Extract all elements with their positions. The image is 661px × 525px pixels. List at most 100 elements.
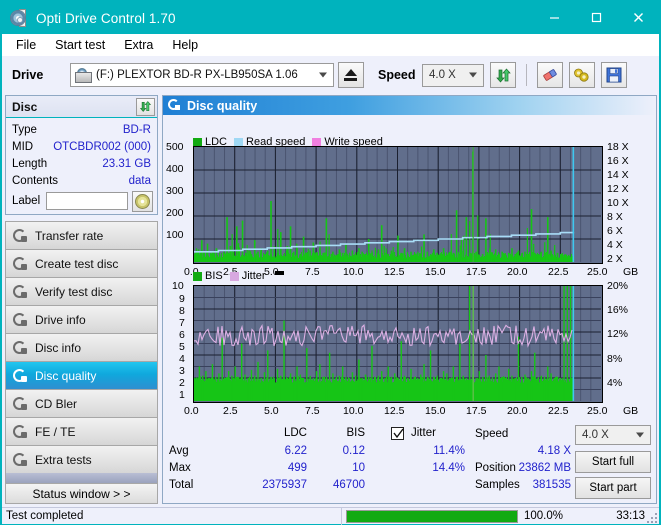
bot-x-tick-2: 5.0 (264, 405, 279, 417)
disc-value-length: 23.31 GB (102, 157, 151, 170)
bot-yr-tick-16: 16% (607, 304, 629, 316)
disc-label-input[interactable] (46, 192, 129, 210)
top-x-tick-10: 25.0 (587, 266, 608, 278)
stats-ldc-avg: 6.22 (284, 445, 307, 457)
menu-start-test[interactable]: Start test (47, 37, 113, 53)
disc-info-title: Disc (12, 99, 38, 114)
sidebar-item-label: Transfer rate (35, 228, 104, 243)
bot-x-tick-1: 2.5 (223, 405, 238, 417)
disc-value-mid: OTCBDR002 (000) (53, 140, 151, 153)
chevron-down-icon (469, 72, 477, 78)
bottom-plot-area (193, 285, 603, 403)
toolbar-separator (526, 64, 527, 86)
erase-button[interactable] (537, 62, 563, 88)
jitter-checkbox[interactable] (391, 427, 404, 440)
test-speed-select[interactable]: 4.0 X (575, 425, 651, 445)
eject-button[interactable] (338, 62, 364, 88)
disc-value-type: BD-R (122, 123, 151, 136)
legend-swatch-bis (193, 271, 202, 281)
disc-test-icon (12, 368, 28, 384)
refresh-button[interactable] (490, 62, 516, 88)
sidebar-item-label: Disc quality (35, 368, 97, 383)
sidebar-item-label: Drive info (35, 312, 86, 327)
start-full-button[interactable]: Start full (575, 451, 651, 473)
disc-row-type: Type BD-R (6, 121, 157, 138)
stats-bis-avg: 0.12 (342, 445, 365, 457)
chevron-down-icon (319, 72, 327, 78)
menu-bar: File Start test Extra Help (2, 34, 659, 56)
disc-info-header: Disc (6, 96, 157, 118)
elapsed-time: 33:13 (616, 510, 645, 522)
drive-select-value: (F:) PLEXTOR BD-R PX-LB950SA 1.06 (96, 69, 298, 81)
stats-bis-total: 46700 (333, 479, 365, 491)
stats-samples-value: 381535 (532, 479, 571, 491)
bot-x-tick-9: 22.5 (548, 405, 569, 417)
resize-grip[interactable] (645, 511, 657, 523)
disc-row-length: Length 23.31 GB (6, 155, 157, 172)
drive-icon (75, 67, 92, 83)
menu-extra[interactable]: Extra (116, 37, 161, 53)
sidebar-item-drive-info[interactable]: Drive info (5, 305, 158, 333)
top-x-unit: GB (623, 266, 639, 278)
stats-speed-value: 4.18 X (537, 445, 571, 457)
top-plot-svg (194, 147, 601, 262)
sidebar-item-extra-tests[interactable]: Extra tests (5, 445, 158, 473)
disc-row-mid: MID OTCBDR002 (000) (6, 138, 157, 155)
sidebar-item-label: Extra tests (35, 452, 92, 467)
disc-label-button[interactable] (132, 190, 153, 212)
top-yr-tick-12x: 12 X (607, 183, 629, 195)
left-panel: Disc Type BD-R MID OTCBDR002 (000) Lengt… (5, 95, 158, 504)
disc-test-icon (12, 312, 28, 328)
top-yr-tick-18x: 18 X (607, 141, 629, 153)
menu-help[interactable]: Help (164, 37, 206, 53)
stats-ldc-total: 2375937 (262, 479, 307, 491)
top-yr-tick-4x: 4 X (607, 239, 623, 251)
sidebar-item-transfer-rate[interactable]: Transfer rate (5, 221, 158, 249)
top-y-tick-500: 500 (166, 141, 184, 153)
app-disc-icon (10, 9, 28, 27)
sidebar-item-verify-test-disc[interactable]: Verify test disc (5, 277, 158, 305)
disc-label-row: Label (6, 189, 157, 213)
sidebar-item-fe-te[interactable]: FE / TE (5, 417, 158, 445)
disc-refresh-button[interactable] (136, 97, 155, 116)
bot-x-unit: GB (623, 405, 639, 417)
stats-ldc-max: 499 (287, 462, 307, 474)
bot-x-tick-7: 17.5 (466, 405, 487, 417)
progress-bar (346, 509, 518, 523)
start-part-button[interactable]: Start part (575, 477, 651, 499)
minimize-button[interactable] (533, 2, 575, 32)
bot-x-tick-0: 0.0 (184, 405, 199, 417)
menu-file[interactable]: File (8, 37, 44, 53)
legend-entry-bis: BIS (193, 270, 223, 282)
status-window-button[interactable]: Status window > > (5, 483, 158, 504)
maximize-button[interactable] (575, 2, 617, 32)
bot-y-tick-4: 4 (179, 353, 185, 365)
top-x-tick-7: 17.5 (466, 266, 487, 278)
legend-label-bis: BIS (205, 270, 223, 282)
bot-yr-tick-20: 20% (607, 280, 629, 292)
sidebar-item-cd-bler[interactable]: CD Bler (5, 389, 158, 417)
jitter-marker-icon (274, 271, 284, 275)
top-yr-tick-8x: 8 X (607, 211, 623, 223)
stats-row-max: Max (169, 462, 191, 474)
sidebar-item-disc-quality[interactable]: Disc quality (5, 361, 158, 389)
sidebar-item-disc-info[interactable]: Disc info (5, 333, 158, 361)
drive-select[interactable]: (F:) PLEXTOR BD-R PX-LB950SA 1.06 (70, 63, 334, 87)
stats-jitter-max: 14.4% (432, 462, 465, 474)
stats-row-total: Total (169, 479, 194, 491)
speed-select[interactable]: 4.0 X (422, 63, 484, 87)
legend-label-jitter: Jitter (241, 270, 266, 282)
sidebar-item-label: FE / TE (35, 424, 76, 439)
top-x-tick-6: 15.0 (425, 266, 446, 278)
stats-col-jitter: Jitter (411, 427, 436, 439)
tools-button[interactable] (569, 62, 595, 88)
save-button[interactable] (601, 62, 627, 88)
window-title: Opti Drive Control 1.70 (36, 10, 176, 26)
disc-quality-icon (168, 99, 181, 112)
stats-jitter-avg: 11.4% (433, 445, 465, 457)
close-button[interactable] (617, 2, 659, 32)
disc-test-icon (12, 340, 28, 356)
bot-x-tick-10: 25.0 (587, 405, 608, 417)
sidebar-item-create-test-disc[interactable]: Create test disc (5, 249, 158, 277)
save-icon (606, 67, 622, 83)
